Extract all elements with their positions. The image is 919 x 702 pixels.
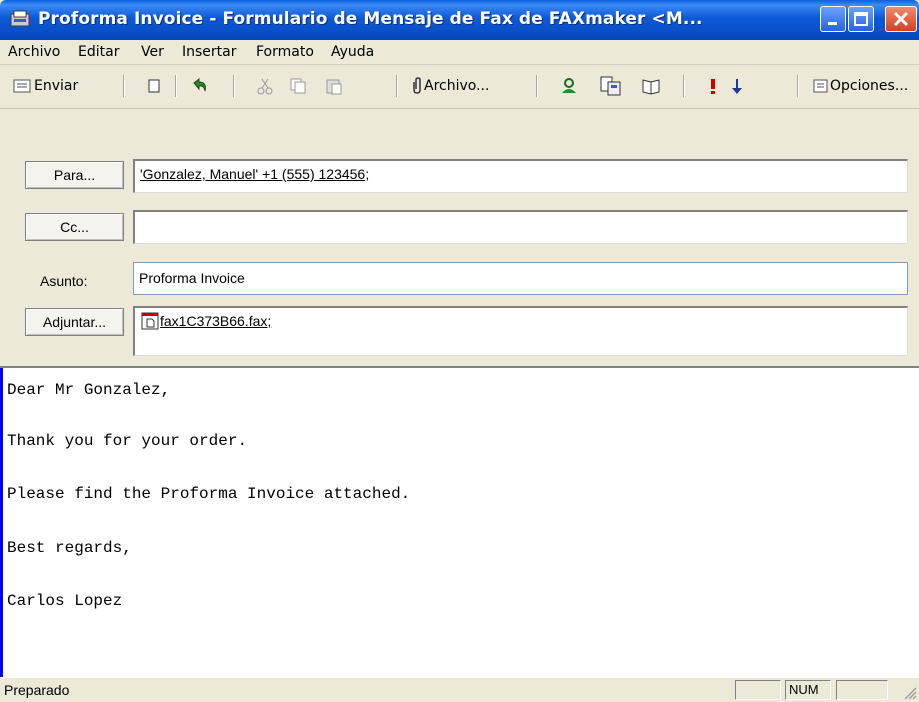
low-priority-button[interactable] xyxy=(731,75,743,97)
body-line: Carlos Lopez xyxy=(7,592,123,610)
attach-file-label: Archivo... xyxy=(424,78,490,94)
send-label: Enviar xyxy=(34,78,79,94)
attach-button[interactable]: Adjuntar... xyxy=(25,308,124,336)
menu-insertar[interactable]: Insertar xyxy=(182,44,237,60)
message-body[interactable]: Dear Mr Gonzalez, Thank you for your ord… xyxy=(0,366,919,677)
fax-app-icon xyxy=(10,10,30,27)
undo-icon xyxy=(193,77,206,92)
paste-button[interactable] xyxy=(325,75,343,97)
status-pane-caps xyxy=(735,680,781,700)
window-title: Proforma Invoice - Formulario de Mensaje… xyxy=(38,9,703,29)
low-priority-icon xyxy=(732,79,742,94)
book-icon xyxy=(642,79,660,95)
minimize-button[interactable] xyxy=(820,6,846,32)
high-priority-icon xyxy=(711,79,715,94)
status-text: Preparado xyxy=(4,682,70,698)
subject-label: Asunto: xyxy=(40,273,88,289)
new-icon xyxy=(148,79,160,93)
cut-icon xyxy=(257,78,273,95)
body-line: Dear Mr Gonzalez, xyxy=(7,381,171,399)
copy-icon xyxy=(290,78,306,94)
menu-archivo[interactable]: Archivo xyxy=(8,44,60,60)
status-pane-num: NUM xyxy=(785,680,831,700)
options-button[interactable]: Opciones... xyxy=(812,75,908,97)
resize-grip-icon[interactable] xyxy=(903,686,917,700)
new-button[interactable] xyxy=(146,75,162,97)
menu-formato[interactable]: Formato xyxy=(256,44,314,60)
body-line: Thank you for your order. xyxy=(7,432,248,450)
message-header: Para... 'Gonzalez, Manuel' +1 (555) 1234… xyxy=(0,109,919,366)
high-priority-button[interactable] xyxy=(708,75,718,97)
body-line: Best regards, xyxy=(7,539,132,557)
options-label: Opciones... xyxy=(830,78,909,94)
fax-document-icon xyxy=(141,312,159,330)
subject-input[interactable]: Proforma Invoice xyxy=(133,262,908,295)
check-names-icon xyxy=(600,76,621,96)
body-line: Please find the Proforma Invoice attache… xyxy=(7,485,411,503)
status-bar: Preparado NUM xyxy=(0,677,919,702)
paste-icon xyxy=(326,79,342,95)
menu-ayuda[interactable]: Ayuda xyxy=(331,44,374,60)
toolbar: Enviar Archivo... Opciones... xyxy=(0,65,919,109)
status-pane-scroll xyxy=(836,680,888,700)
address-book-button[interactable] xyxy=(560,75,578,97)
menu-bar: Archivo Editar Ver Insertar Formato Ayud… xyxy=(0,40,919,65)
to-button[interactable]: Para... xyxy=(25,161,124,189)
send-icon xyxy=(13,79,31,93)
address-book-icon xyxy=(562,78,576,93)
attach-file-button[interactable]: Archivo... xyxy=(410,75,489,97)
title-bar[interactable]: Proforma Invoice - Formulario de Mensaje… xyxy=(0,0,919,40)
to-recipient[interactable]: 'Gonzalez, Manuel' +1 (555) 123456; xyxy=(140,166,369,182)
book-button[interactable] xyxy=(641,75,661,97)
copy-button[interactable] xyxy=(289,75,307,97)
menu-ver[interactable]: Ver xyxy=(141,44,164,60)
check-names-button[interactable] xyxy=(600,75,622,97)
close-icon xyxy=(893,11,909,27)
close-button[interactable] xyxy=(885,6,917,32)
undo-button[interactable] xyxy=(190,75,210,97)
attachment-name: fax1C373B66.fax; xyxy=(160,313,272,329)
cc-field[interactable] xyxy=(133,210,908,244)
menu-editar[interactable]: Editar xyxy=(78,44,119,60)
options-icon xyxy=(813,79,828,93)
minimize-icon xyxy=(828,22,837,25)
attachments-field[interactable]: fax1C373B66.fax; xyxy=(133,306,908,356)
cut-button[interactable] xyxy=(257,75,273,97)
cc-button[interactable]: Cc... xyxy=(25,213,124,241)
send-button[interactable]: Enviar xyxy=(12,75,78,97)
paperclip-icon xyxy=(413,77,421,94)
attachment-item[interactable]: fax1C373B66.fax; xyxy=(140,308,907,334)
maximize-button[interactable] xyxy=(848,6,874,32)
maximize-icon xyxy=(854,12,868,26)
to-field[interactable]: 'Gonzalez, Manuel' +1 (555) 123456; xyxy=(133,159,908,193)
